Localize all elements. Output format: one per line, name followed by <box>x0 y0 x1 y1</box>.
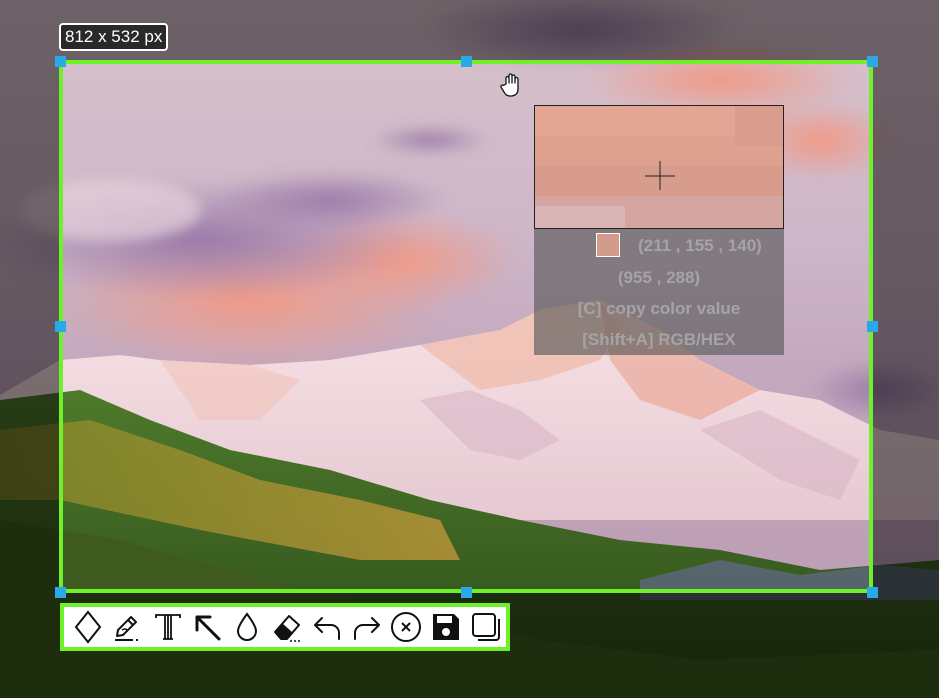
resize-handle-top-right[interactable] <box>867 56 878 67</box>
magnified-pixels <box>535 106 783 228</box>
arrow-tool-button[interactable] <box>187 607 227 647</box>
save-button[interactable] <box>426 607 466 647</box>
selection-size-label: 812 x 532 px <box>59 23 169 51</box>
text-icon <box>154 614 181 640</box>
cancel-button[interactable] <box>387 607 427 647</box>
eraser-icon <box>273 615 301 642</box>
resize-handle-left[interactable] <box>55 321 66 332</box>
hand-cursor-icon <box>500 73 519 97</box>
resize-handle-top[interactable] <box>461 56 472 67</box>
blur-tool-button[interactable] <box>227 607 267 647</box>
pen-icon <box>114 616 138 641</box>
close-circle-icon <box>391 612 422 642</box>
cursor-position: (955 , 288) <box>617 268 701 287</box>
annotation-toolbar <box>60 603 510 651</box>
copy-button[interactable] <box>466 607 506 647</box>
resize-handle-bottom[interactable] <box>461 587 472 598</box>
undo-button[interactable] <box>307 607 347 647</box>
text-tool-button[interactable] <box>148 607 188 647</box>
save-icon <box>433 614 460 640</box>
resize-handle-right[interactable] <box>867 321 878 332</box>
undo-icon <box>313 617 340 640</box>
format-toggle-hint: [Shift+A] RGB/HEX <box>582 330 736 349</box>
copy-color-hint: [C] copy color value <box>577 299 741 318</box>
resize-handle-bottom-left[interactable] <box>55 587 66 598</box>
diamond-shape-icon <box>74 610 102 644</box>
rgb-value: (211 , 155 , 140) <box>638 236 762 255</box>
resize-handle-top-left[interactable] <box>55 56 66 67</box>
redo-icon <box>353 617 380 640</box>
redo-button[interactable] <box>347 607 387 647</box>
color-magnifier <box>534 105 784 229</box>
arrow-icon <box>195 615 221 641</box>
toolbar-body <box>64 607 506 647</box>
rect-tool-button[interactable] <box>68 607 108 647</box>
drop-icon <box>237 612 258 641</box>
pen-tool-button[interactable] <box>108 607 148 647</box>
copy-icon <box>472 613 501 641</box>
eraser-tool-button[interactable] <box>267 607 307 647</box>
resize-handle-bottom-right[interactable] <box>867 587 878 598</box>
